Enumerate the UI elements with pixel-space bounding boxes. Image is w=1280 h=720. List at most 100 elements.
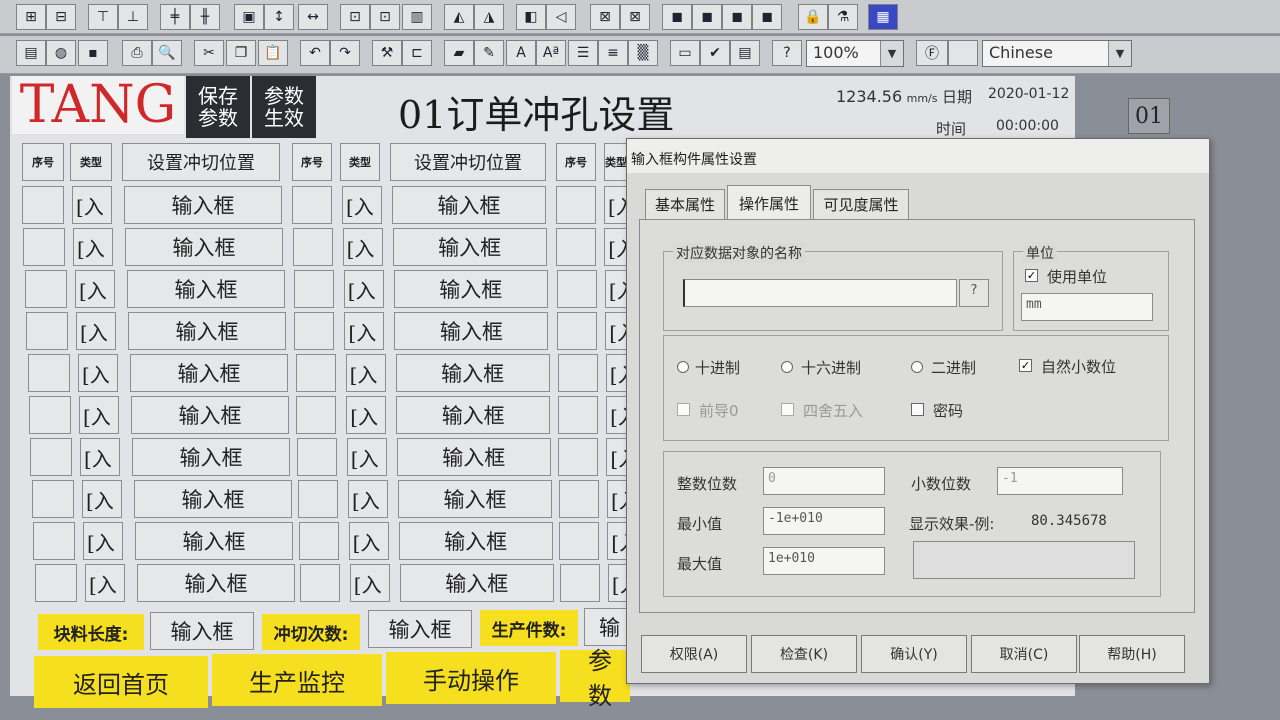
space-down-icon[interactable]: ⊡ <box>370 4 400 30</box>
nav-manual-button[interactable]: 手动操作 <box>386 652 556 704</box>
decimal-radio[interactable] <box>677 361 689 373</box>
type-input[interactable]: [入 <box>79 396 119 434</box>
send-back-icon[interactable]: ◼ <box>692 4 722 30</box>
decimal-digits-input[interactable]: -1 <box>997 467 1123 495</box>
font-icon[interactable]: Aª <box>536 40 566 66</box>
use-unit-checkbox[interactable]: ✓ <box>1025 269 1038 282</box>
ungroup-icon[interactable]: ⊠ <box>620 4 650 30</box>
nav-params-button[interactable]: 参数 <box>560 647 630 710</box>
apply-params-button[interactable]: 参数生效 <box>252 76 316 138</box>
zoom-select[interactable]: 100% ▼ <box>806 40 904 67</box>
position-input[interactable]: 输入框 <box>125 228 283 266</box>
language-icon[interactable]: Ⓕ <box>916 40 948 66</box>
align-left-icon[interactable]: ⊞ <box>16 4 46 30</box>
align-bottom-icon[interactable]: ⊥ <box>118 4 148 30</box>
type-input[interactable]: [入 <box>343 270 384 308</box>
leading-zero-checkbox[interactable] <box>677 403 690 416</box>
unit-input[interactable]: mm <box>1021 293 1153 321</box>
move-down-icon[interactable]: ◼ <box>752 4 782 30</box>
layout-icon[interactable]: ⊏ <box>402 40 432 66</box>
group-icon[interactable]: ⊠ <box>590 4 620 30</box>
confirm-button[interactable]: 确认(Y) <box>861 635 967 673</box>
type-input[interactable]: [入 <box>85 564 125 602</box>
pattern-icon[interactable]: ▒ <box>628 40 658 66</box>
list-icon[interactable]: ▤ <box>730 40 760 66</box>
type-input[interactable]: [入 <box>604 228 629 266</box>
line-color-icon[interactable]: ✎ <box>474 40 504 66</box>
permission-button[interactable]: 权限(A) <box>641 635 747 673</box>
tools-icon[interactable]: ⚒ <box>372 40 402 66</box>
project-icon[interactable]: ▤ <box>16 40 46 66</box>
space-even-icon[interactable]: ▥ <box>402 4 432 30</box>
type-input[interactable]: [入 <box>346 396 387 434</box>
type-input[interactable]: [入 <box>342 186 382 224</box>
position-input[interactable]: 输入框 <box>398 480 552 518</box>
redo-icon[interactable]: ↷ <box>330 40 360 66</box>
type-input[interactable]: [入 <box>80 438 120 476</box>
position-input[interactable]: 输入框 <box>132 438 290 476</box>
data-object-help-button[interactable]: ? <box>959 279 989 307</box>
position-input[interactable]: 输入框 <box>392 186 546 224</box>
max-value-input[interactable]: 1e+010 <box>763 547 885 575</box>
position-input[interactable]: 输入框 <box>399 564 554 602</box>
space-across-icon[interactable]: ⊡ <box>340 4 370 30</box>
flip-vertical-icon[interactable]: ◁ <box>546 4 576 30</box>
type-input[interactable]: [入 <box>78 354 118 392</box>
rotate-right-icon[interactable]: ◮ <box>474 4 504 30</box>
help-icon[interactable]: ? <box>772 40 802 66</box>
min-value-input[interactable]: -1e+010 <box>763 507 885 535</box>
nav-monitor-button[interactable]: 生产监控 <box>212 654 382 706</box>
same-width-icon[interactable]: ↔ <box>298 4 328 30</box>
type-input[interactable]: [入 <box>344 312 385 350</box>
tab-visibility[interactable]: 可见度属性 <box>813 189 909 219</box>
type-input[interactable]: [入 <box>348 522 389 560</box>
position-input[interactable]: 输入框 <box>137 564 295 602</box>
align-right-icon[interactable]: ⊟ <box>46 4 76 30</box>
type-input[interactable]: [入 <box>83 522 123 560</box>
password-checkbox[interactable] <box>911 403 924 416</box>
cancel-button[interactable]: 取消(C) <box>971 635 1077 673</box>
position-input[interactable]: 输入框 <box>134 480 292 518</box>
flip-horizontal-icon[interactable]: ◧ <box>516 4 546 30</box>
center-horizontal-icon[interactable]: ╫ <box>190 4 220 30</box>
tab-operation[interactable]: 操作属性 <box>727 185 811 220</box>
rounding-checkbox[interactable] <box>781 403 794 416</box>
check-icon[interactable]: ✔ <box>700 40 730 66</box>
fill-icon[interactable]: ⚗ <box>828 4 858 30</box>
font-color-icon[interactable]: A <box>506 40 536 66</box>
nav-home-button[interactable]: 返回首页 <box>34 656 208 708</box>
print-preview-icon[interactable]: 🔍 <box>152 40 182 66</box>
position-input[interactable]: 输入框 <box>393 270 548 308</box>
natural-decimal-checkbox[interactable]: ✓ <box>1019 359 1032 372</box>
help-button[interactable]: 帮助(H) <box>1079 635 1185 673</box>
blank-button[interactable] <box>948 40 978 66</box>
rotate-left-icon[interactable]: ◭ <box>444 4 474 30</box>
check-button[interactable]: 检查(K) <box>751 635 857 673</box>
align-top-icon[interactable]: ⊤ <box>88 4 118 30</box>
position-input[interactable]: 输入框 <box>124 186 282 224</box>
punch-count-input[interactable]: 输入框 <box>368 610 472 648</box>
print-icon[interactable]: ⎙ <box>122 40 152 66</box>
position-input[interactable]: 输入框 <box>398 522 553 560</box>
center-vertical-icon[interactable]: ╪ <box>160 4 190 30</box>
position-input[interactable]: 输入框 <box>396 396 551 434</box>
line-type-icon[interactable]: ≡ <box>598 40 628 66</box>
same-size-icon[interactable]: ▣ <box>234 4 264 30</box>
position-input[interactable]: 输入框 <box>128 312 286 350</box>
position-input[interactable]: 输入框 <box>135 522 293 560</box>
type-input[interactable]: [入 <box>82 480 122 518</box>
type-input[interactable]: [入 <box>76 312 116 350</box>
position-input[interactable]: 输入框 <box>394 312 549 350</box>
paste-icon[interactable]: 📋 <box>258 40 288 66</box>
position-input[interactable]: 输入框 <box>396 438 551 476</box>
save-icon[interactable]: ▪ <box>78 40 108 66</box>
window-icon[interactable]: ▭ <box>670 40 700 66</box>
save-params-button[interactable]: 保存参数 <box>186 76 250 138</box>
type-input[interactable]: [入 <box>342 228 383 266</box>
lock-icon[interactable]: 🔒 <box>798 4 828 30</box>
integer-digits-input[interactable]: 0 <box>763 467 885 495</box>
position-input[interactable]: 输入框 <box>392 228 547 266</box>
hex-radio[interactable] <box>781 361 793 373</box>
type-input[interactable]: [入 <box>349 564 390 602</box>
language-select[interactable]: Chinese ▼ <box>982 40 1132 67</box>
